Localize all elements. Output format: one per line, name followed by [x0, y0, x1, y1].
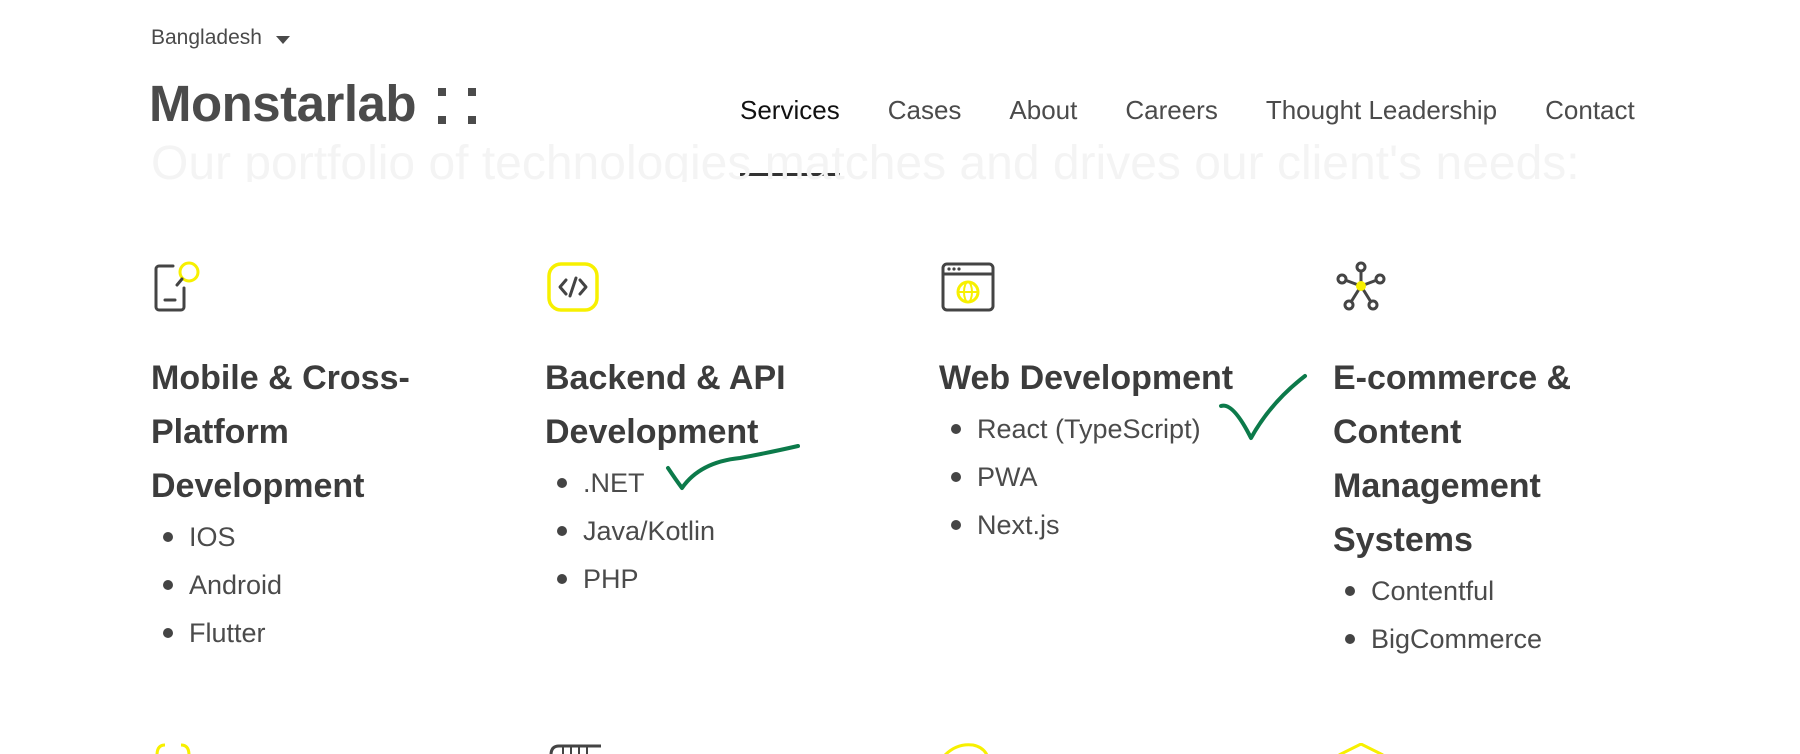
service-list: React (TypeScript) PWA Next.js	[939, 405, 1333, 549]
logo[interactable]: Monstarlab	[149, 75, 477, 132]
section-heading: Our portfolio of technologies matches an…	[151, 137, 1580, 182]
logo-text: Monstarlab	[149, 75, 417, 132]
partial-icon	[1338, 742, 1384, 754]
nav-contact[interactable]: Contact	[1545, 95, 1635, 126]
list-item: BigCommerce	[1333, 615, 1727, 663]
service-title: Backend & API Development	[545, 359, 786, 451]
services-row-2	[151, 742, 1727, 754]
list-item: Java/Kotlin	[545, 507, 939, 555]
nav-about[interactable]: About	[1009, 95, 1077, 126]
list-item: Android	[151, 561, 545, 609]
nav-thought-leadership[interactable]: Thought Leadership	[1266, 95, 1497, 126]
list-item: Flutter	[151, 609, 545, 657]
browser-globe-icon	[941, 262, 995, 312]
main-nav: Services Cases About Careers Thought Lea…	[740, 95, 1635, 176]
service-mobile: Mobile & Cross-Platform Development IOS …	[151, 258, 545, 663]
partial-icon	[155, 743, 191, 754]
service-list: Contentful BigCommerce	[1333, 567, 1727, 663]
list-item: Contentful	[1333, 567, 1727, 615]
service-title: Mobile & Cross-Platform Development	[151, 359, 410, 505]
list-item: IOS	[151, 513, 545, 561]
code-icon	[547, 262, 599, 312]
service-list: IOS Android Flutter	[151, 513, 545, 657]
list-item: React (TypeScript)	[939, 405, 1333, 453]
service-list: .NET Java/Kotlin PHP	[545, 459, 939, 603]
service-backend: Backend & API Development .NET Java/Kotl…	[545, 258, 939, 663]
nav-services[interactable]: Services	[740, 95, 840, 176]
services-grid: Mobile & Cross-Platform Development IOS …	[151, 258, 1727, 663]
service-title: Web Development	[939, 359, 1234, 397]
logo-dots-icon	[438, 87, 477, 124]
list-item: Next.js	[939, 501, 1333, 549]
nav-cases[interactable]: Cases	[888, 95, 962, 126]
country-selector[interactable]: Bangladesh	[151, 26, 290, 50]
partial-icon	[943, 743, 989, 754]
service-web: Web Development React (TypeScript) PWA N…	[939, 258, 1333, 663]
service-title: E-commerce & Content Management Systems	[1333, 359, 1572, 559]
service-ecommerce: E-commerce & Content Management Systems …	[1333, 258, 1727, 663]
list-item: PWA	[939, 453, 1333, 501]
list-item: .NET	[545, 459, 939, 507]
partial-icon	[549, 744, 601, 754]
mobile-search-icon	[154, 261, 200, 312]
network-icon	[1336, 261, 1386, 311]
country-label: Bangladesh	[151, 26, 262, 49]
caret-down-icon	[275, 35, 290, 44]
list-item: PHP	[545, 555, 939, 603]
nav-careers[interactable]: Careers	[1125, 95, 1217, 126]
